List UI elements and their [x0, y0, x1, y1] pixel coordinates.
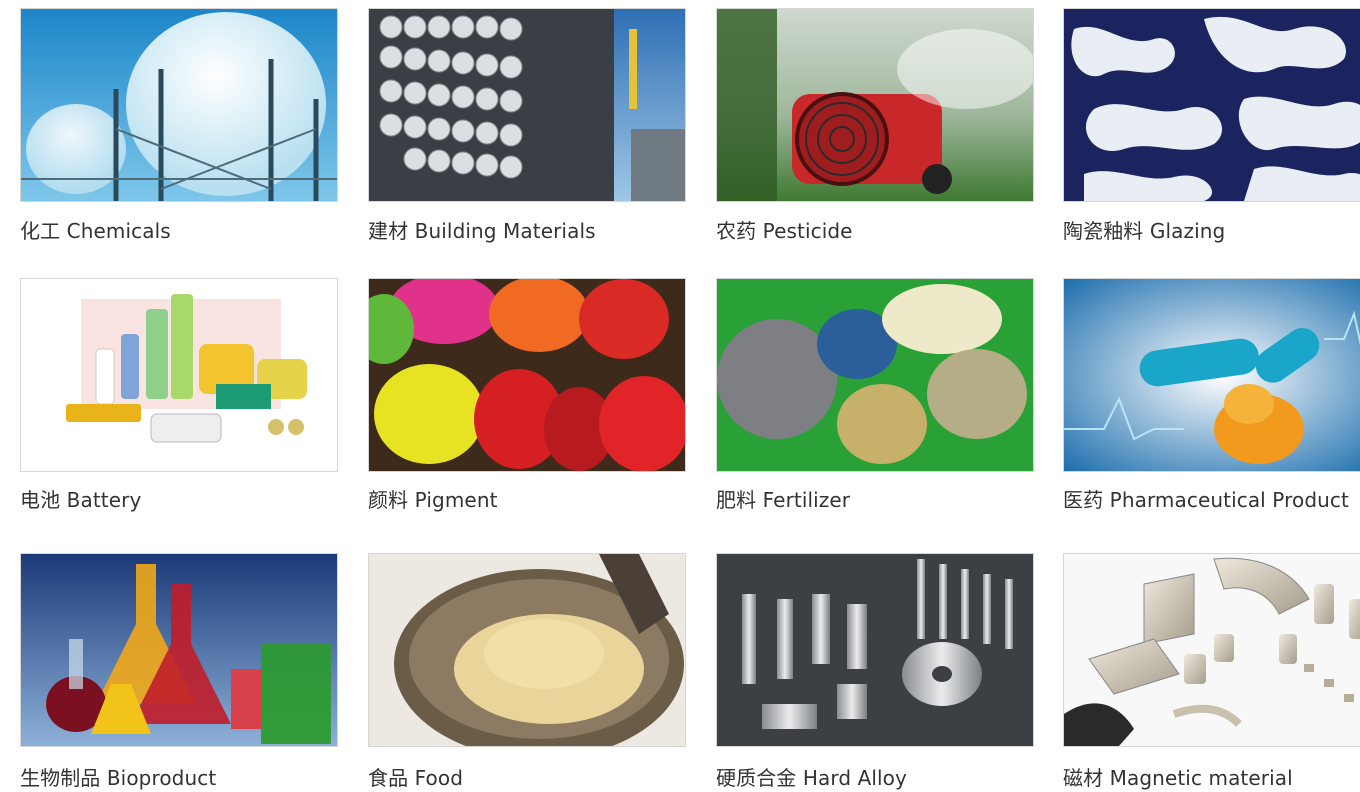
category-label: 电池 Battery	[20, 488, 142, 512]
category-card-glazing[interactable]: 陶瓷釉料 Glazing	[1063, 8, 1360, 244]
bioproduct-image[interactable]	[20, 553, 338, 747]
building-materials-image[interactable]	[368, 8, 686, 202]
category-card-pesticide[interactable]: 农药 Pesticide	[716, 8, 1034, 244]
category-label: 颜料 Pigment	[368, 488, 498, 512]
category-label: 食品 Food	[368, 766, 464, 790]
category-label: 磁材 Magnetic material	[1063, 766, 1293, 790]
category-label: 生物制品 Bioproduct	[20, 766, 217, 790]
chemicals-image[interactable]	[20, 8, 338, 202]
application-grid: 化工 Chemicals 建材 Building Materials 农药 Pe…	[0, 0, 1360, 792]
category-label: 陶瓷釉料 Glazing	[1063, 219, 1226, 243]
category-card-bioproduct[interactable]: 生物制品 Bioproduct	[20, 553, 338, 791]
pigment-image[interactable]	[368, 278, 686, 472]
magnetic-material-image[interactable]	[1063, 553, 1360, 747]
category-card-hard-alloy[interactable]: 硬质合金 Hard Alloy	[716, 553, 1034, 791]
food-image[interactable]	[368, 553, 686, 747]
category-card-pharmaceutical[interactable]: 医药 Pharmaceutical Product	[1063, 278, 1360, 513]
category-card-battery[interactable]: 电池 Battery	[20, 278, 338, 513]
pesticide-image[interactable]	[716, 8, 1034, 202]
category-card-magnetic-material[interactable]: 磁材 Magnetic material	[1063, 553, 1360, 791]
category-card-fertilizer[interactable]: 肥料 Fertilizer	[716, 278, 1034, 513]
category-card-building-materials[interactable]: 建材 Building Materials	[368, 8, 686, 244]
category-label: 化工 Chemicals	[20, 219, 171, 243]
category-card-pigment[interactable]: 颜料 Pigment	[368, 278, 686, 513]
category-label: 硬质合金 Hard Alloy	[716, 766, 907, 790]
pharmaceutical-image[interactable]	[1063, 278, 1360, 472]
category-label: 建材 Building Materials	[368, 219, 596, 243]
category-label: 医药 Pharmaceutical Product	[1063, 488, 1349, 512]
fertilizer-image[interactable]	[716, 278, 1034, 472]
glazing-image[interactable]	[1063, 8, 1360, 202]
category-card-food[interactable]: 食品 Food	[368, 553, 686, 791]
category-label: 肥料 Fertilizer	[716, 488, 851, 512]
battery-image[interactable]	[20, 278, 338, 472]
category-label: 农药 Pesticide	[716, 219, 853, 243]
hard-alloy-image[interactable]	[716, 553, 1034, 747]
category-card-chemicals[interactable]: 化工 Chemicals	[20, 8, 338, 244]
